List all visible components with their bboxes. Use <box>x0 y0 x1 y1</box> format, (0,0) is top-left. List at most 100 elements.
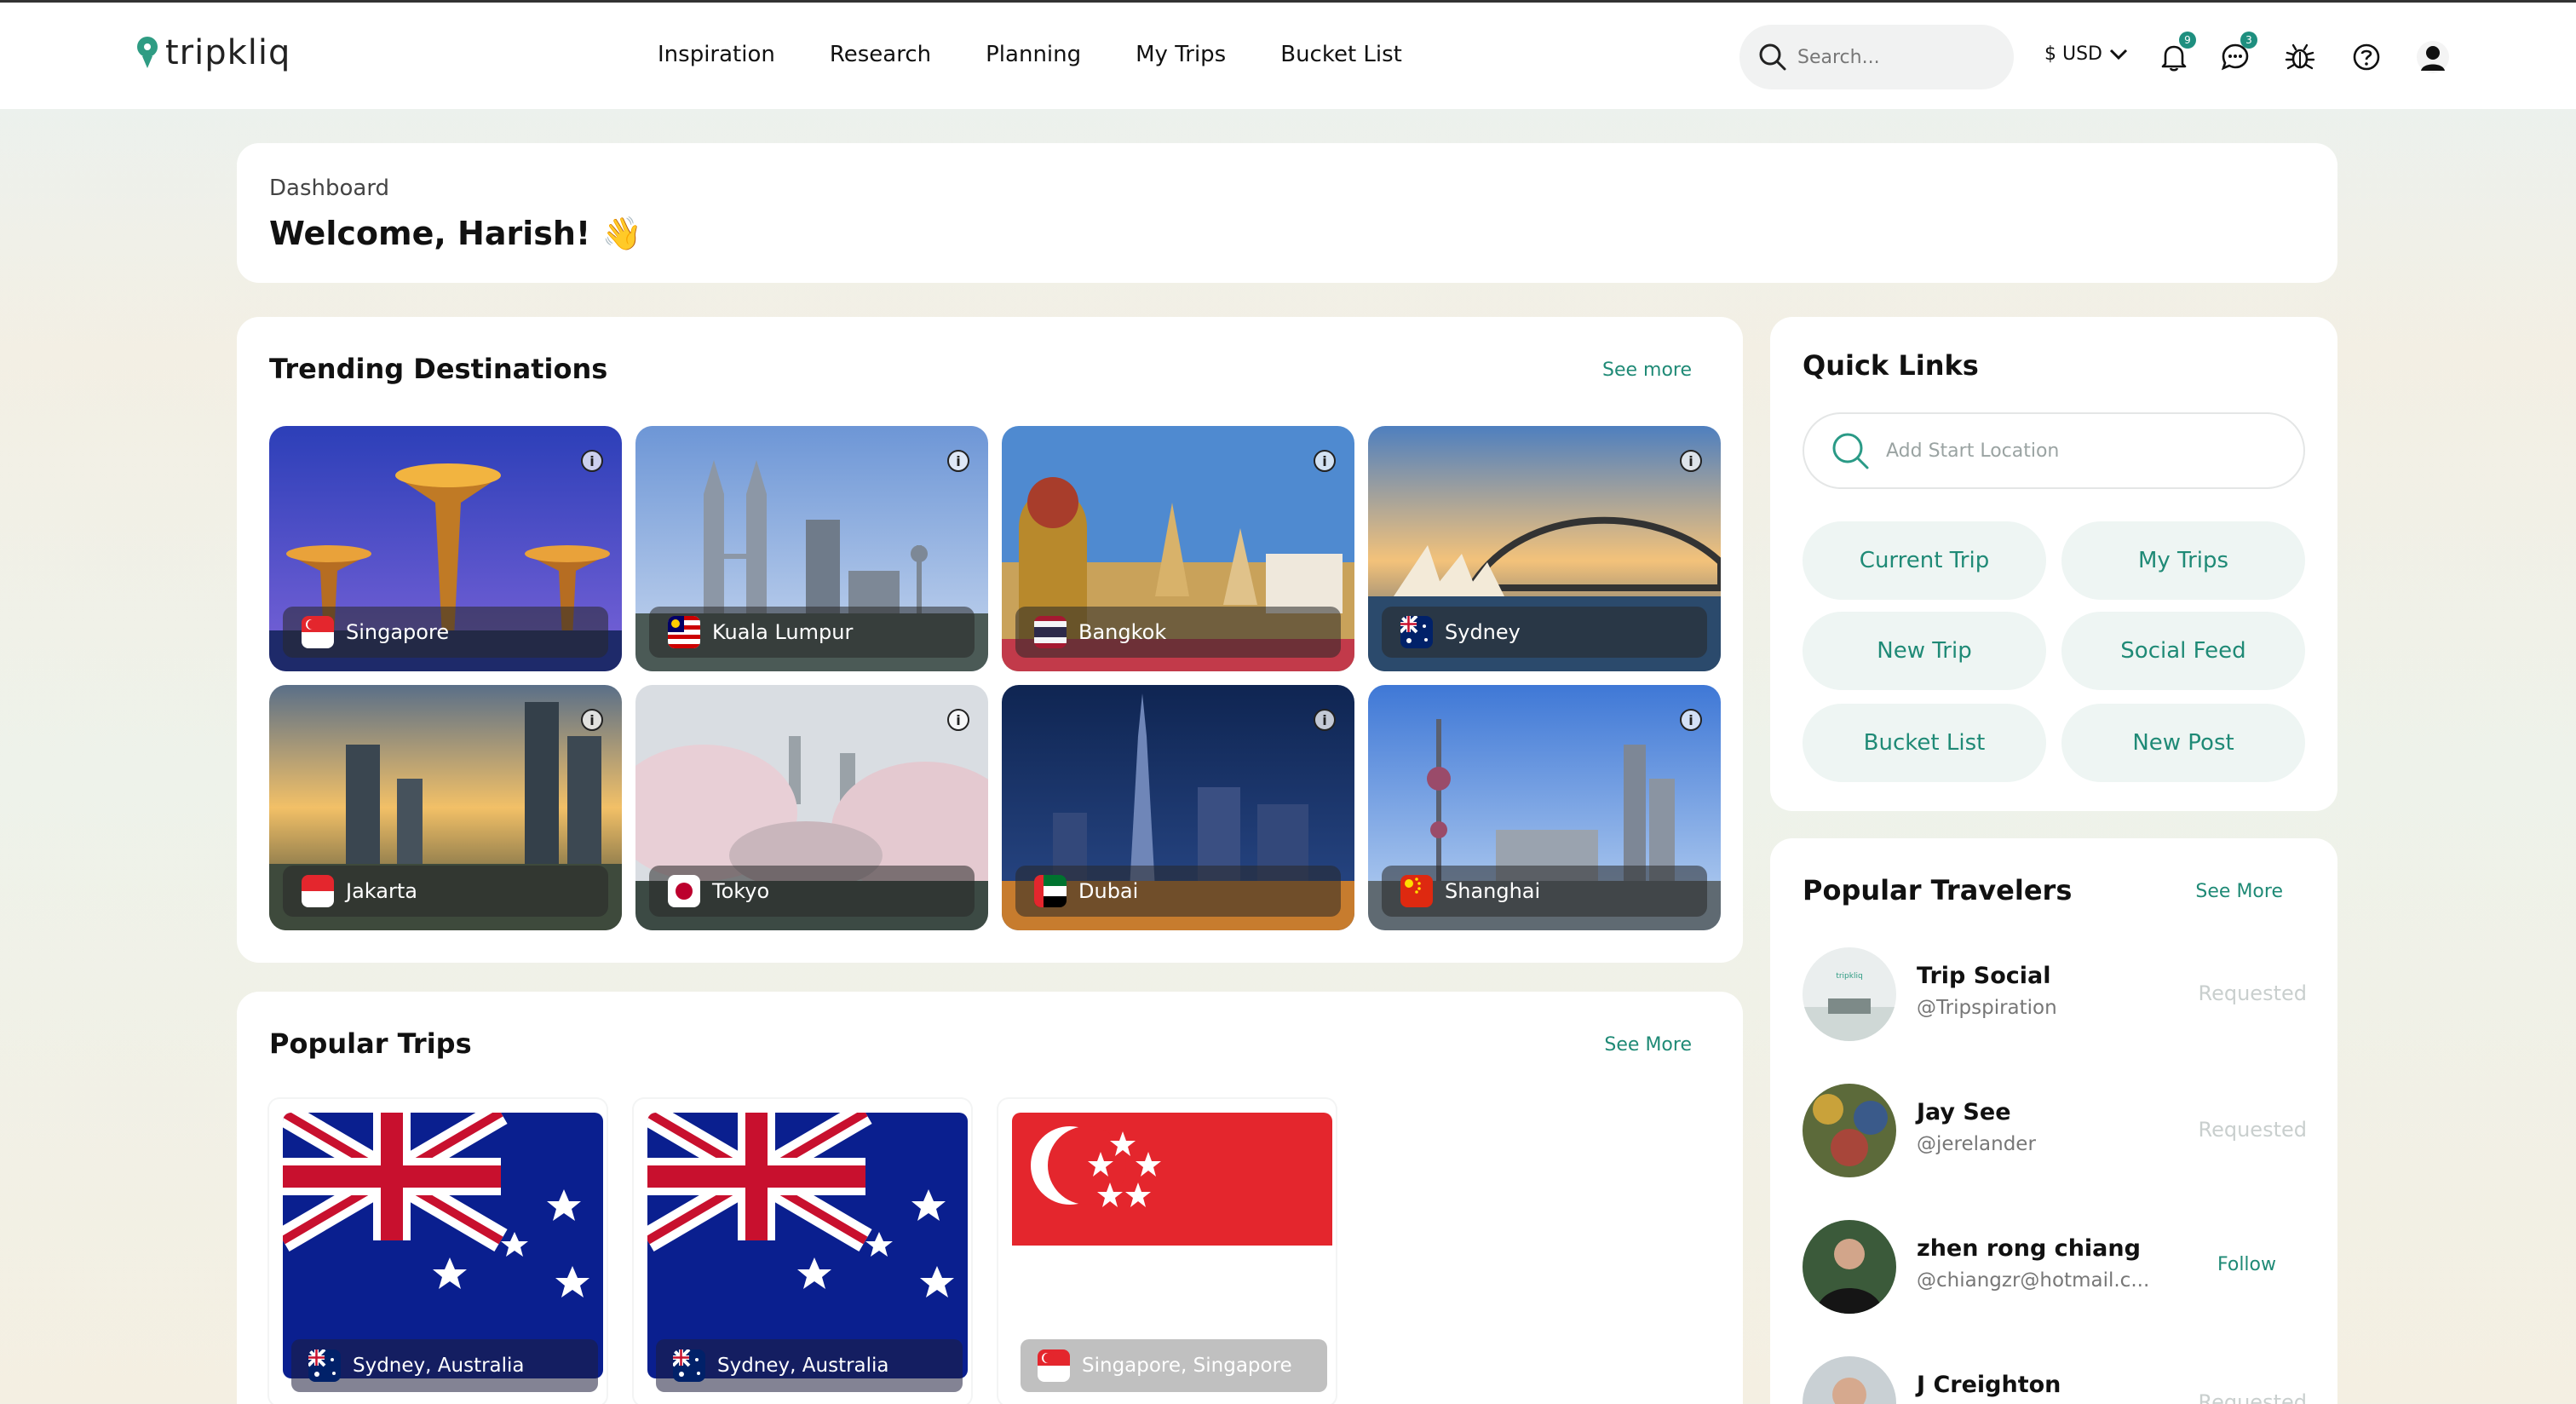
message-badge: 3 <box>2240 32 2257 49</box>
avatar[interactable] <box>1803 1356 1896 1404</box>
destination-card-tokyo[interactable]: i Tokyo <box>635 685 988 930</box>
requested-button[interactable]: Requested <box>2199 981 2308 1005</box>
nav-my-trips[interactable]: My Trips <box>1108 42 1253 67</box>
requested-button[interactable]: Requested <box>2199 1118 2308 1142</box>
destination-card-shanghai[interactable]: i Shanghai <box>1368 685 1721 930</box>
avatar[interactable]: tripkliq <box>1803 947 1896 1041</box>
my-trips-button[interactable]: My Trips <box>2061 521 2305 600</box>
main-nav: Inspiration Research Planning My Trips B… <box>658 42 1429 67</box>
brand-name: tripkliq <box>165 33 291 72</box>
notifications-button[interactable]: 9 <box>2155 32 2196 76</box>
destination-label: Jakarta <box>283 866 608 917</box>
bug-icon <box>2285 43 2315 70</box>
profile-button[interactable] <box>2414 38 2452 76</box>
current-trip-button[interactable]: Current Trip <box>1803 521 2046 600</box>
nav-inspiration[interactable]: Inspiration <box>658 42 802 67</box>
nav-research[interactable]: Research <box>802 42 958 67</box>
traveler-handle: @chiangzr@hotmail.c... <box>1917 1269 2150 1292</box>
destination-label: Dubai <box>1015 866 1341 917</box>
top-navbar: tripkliq Inspiration Research Planning M… <box>0 0 2576 109</box>
bucket-list-button[interactable]: Bucket List <box>1803 704 2046 782</box>
traveler-row: J Creighton Requested <box>1803 1356 2314 1404</box>
traveler-handle: @Tripspiration <box>1917 997 2057 1019</box>
popular-trips-see-more-link[interactable]: See More <box>1604 1034 1692 1056</box>
quick-links-card: Quick Links Add Start Location Current T… <box>1770 317 2337 811</box>
search-placeholder: Search... <box>1797 46 1880 68</box>
flag-uae-icon <box>1034 875 1067 907</box>
destination-label: Singapore <box>283 607 608 658</box>
help-button[interactable] <box>2348 38 2385 76</box>
info-icon[interactable]: i <box>581 709 603 731</box>
popular-travelers-card: Popular Travelers See More tripkliq Trip… <box>1770 838 2337 1404</box>
info-icon[interactable]: i <box>1680 450 1702 472</box>
destination-card-kuala-lumpur[interactable]: i Kuala Lumpur <box>635 426 988 671</box>
destination-name: Kuala Lumpur <box>712 620 854 644</box>
info-icon[interactable]: i <box>1314 709 1336 731</box>
destination-label: Tokyo <box>649 866 975 917</box>
trip-location: Singapore, Singapore <box>1082 1355 1292 1377</box>
traveler-name[interactable]: Trip Social <box>1917 963 2050 989</box>
info-icon[interactable]: i <box>947 450 969 472</box>
messages-button[interactable]: 3 <box>2217 32 2257 76</box>
user-avatar-icon <box>2417 41 2449 73</box>
new-trip-button[interactable]: New Trip <box>1803 612 2046 690</box>
requested-button[interactable]: Requested <box>2199 1390 2308 1404</box>
destination-card-jakarta[interactable]: i Jakarta <box>269 685 622 930</box>
breadcrumb: Dashboard <box>269 176 390 201</box>
start-location-input[interactable]: Add Start Location <box>1803 412 2305 489</box>
destination-label: Sydney <box>1382 607 1707 658</box>
trip-location-label: Sydney, Australia <box>656 1339 963 1392</box>
trending-see-more-link[interactable]: See more <box>1602 360 1692 381</box>
info-icon[interactable]: i <box>1314 450 1336 472</box>
traveler-name[interactable]: zhen rong chiang <box>1917 1235 2141 1262</box>
traveler-row: Jay See @jerelander Requested <box>1803 1084 2314 1179</box>
trip-card[interactable]: Sydney, Australia <box>269 1099 607 1404</box>
trip-card[interactable]: Sydney, Australia <box>634 1099 971 1404</box>
destination-name: Sydney <box>1445 620 1521 644</box>
info-icon[interactable]: i <box>581 450 603 472</box>
trip-card[interactable]: Singapore, Singapore <box>998 1099 1336 1404</box>
destination-card-bangkok[interactable]: i Bangkok <box>1002 426 1354 671</box>
traveler-row: tripkliq Trip Social @Tripspiration Requ… <box>1803 947 2314 1043</box>
svg-text:tripkliq: tripkliq <box>1836 972 1862 981</box>
destination-card-singapore[interactable]: i Singapore <box>269 426 622 671</box>
flag-australia-icon <box>673 1349 705 1382</box>
avatar[interactable] <box>1803 1084 1896 1177</box>
welcome-card: Dashboard Welcome, Harish! 👋 <box>237 143 2337 283</box>
section-title-popular-travelers: Popular Travelers <box>1803 874 2073 906</box>
destination-name: Tokyo <box>712 879 770 903</box>
trip-location-label: Sydney, Australia <box>291 1339 598 1392</box>
flag-china-icon <box>1400 875 1433 907</box>
start-location-placeholder: Add Start Location <box>1886 440 2060 462</box>
trip-location: Sydney, Australia <box>717 1355 889 1377</box>
nav-planning[interactable]: Planning <box>958 42 1108 67</box>
info-icon[interactable]: i <box>1680 709 1702 731</box>
currency-selector[interactable]: $ USD <box>2044 43 2128 65</box>
destination-name: Jakarta <box>346 879 417 903</box>
flag-singapore-icon <box>1038 1349 1070 1382</box>
flag-indonesia-icon <box>302 875 334 907</box>
flag-malaysia-icon <box>668 616 700 648</box>
info-icon[interactable]: i <box>947 709 969 731</box>
brand-logo[interactable]: tripkliq <box>135 33 290 72</box>
bug-report-button[interactable] <box>2281 38 2319 76</box>
travelers-see-more-link[interactable]: See More <box>2195 881 2283 902</box>
section-title-popular-trips: Popular Trips <box>269 1027 472 1060</box>
nav-bucket-list[interactable]: Bucket List <box>1253 42 1429 67</box>
social-feed-button[interactable]: Social Feed <box>2061 612 2305 690</box>
traveler-name[interactable]: Jay See <box>1917 1099 2011 1125</box>
destination-card-dubai[interactable]: i Dubai <box>1002 685 1354 930</box>
traveler-name[interactable]: J Creighton <box>1917 1372 2061 1398</box>
destination-card-sydney[interactable]: i Sydney <box>1368 426 1721 671</box>
traveler-row: zhen rong chiang @chiangzr@hotmail.c... … <box>1803 1220 2314 1315</box>
logo-pin-icon <box>137 37 158 68</box>
avatar[interactable] <box>1803 1220 1896 1314</box>
traveler-handle: @jerelander <box>1917 1133 2036 1155</box>
new-post-button[interactable]: New Post <box>2061 704 2305 782</box>
flag-thailand-icon <box>1034 616 1067 648</box>
follow-button[interactable]: Follow <box>2217 1254 2276 1275</box>
flag-australia-icon <box>1400 616 1433 648</box>
page-title: Welcome, Harish! 👋 <box>269 215 642 252</box>
search-input[interactable]: Search... <box>1739 25 2014 89</box>
trending-destinations-card: Trending Destinations See more i Singapo… <box>237 317 1743 963</box>
